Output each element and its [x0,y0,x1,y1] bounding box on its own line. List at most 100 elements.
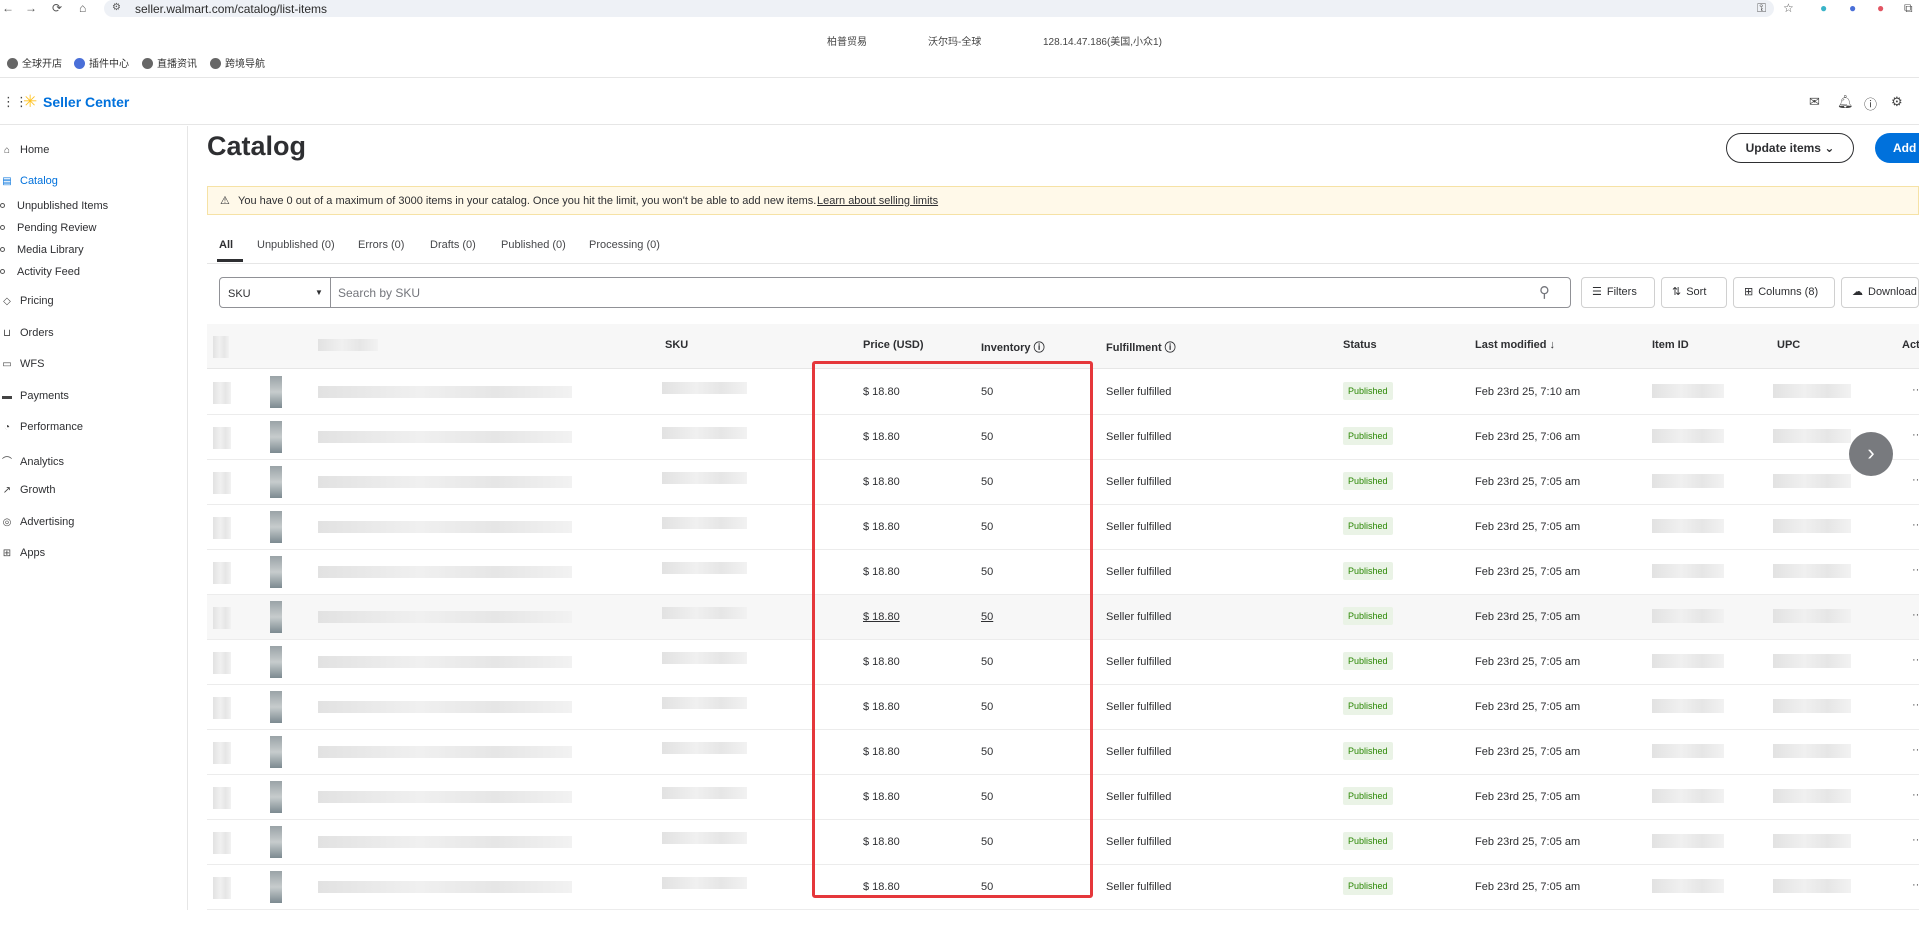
tab-published[interactable]: Published (0) [501,239,566,251]
filters-button[interactable]: ☰ Filters [1581,277,1655,308]
selling-limits-link[interactable]: Learn about selling limits [817,195,938,207]
product-name-redacted[interactable] [318,431,572,443]
bookmark-item[interactable]: 全球开店 [7,55,62,70]
table-row[interactable]: $ 18.80 50 Seller fulfilled Published Feb 23… [207,415,1919,460]
password-icon[interactable]: ⚿ [1757,1,1766,16]
search-field-select[interactable]: SKU ▼ [219,277,331,308]
table-row[interactable]: $ 18.80 50 Seller fulfilled Published Feb 23… [207,640,1919,685]
table-row[interactable]: $ 18.80 50 Seller fulfilled Published Feb 23… [207,865,1919,910]
forward-icon[interactable]: → [25,1,37,15]
sidebar-item-wfs[interactable]: ▭ WFS [0,358,44,370]
row-checkbox[interactable] [213,382,231,404]
row-actions-icon[interactable]: ··· [1912,609,1919,621]
column-header-status[interactable]: Status [1343,339,1377,351]
sidebar-item-pricing[interactable]: ◇ Pricing [0,295,53,307]
inventory-cell[interactable]: 50 [981,701,993,713]
column-header-upc[interactable]: UPC [1777,339,1800,351]
product-name-redacted[interactable] [318,746,572,758]
row-checkbox[interactable] [213,832,231,854]
table-row[interactable]: $ 18.80 50 Seller fulfilled Published Feb 23… [207,775,1919,820]
bell-icon[interactable]: 🔔︎ [1837,94,1854,110]
info-icon[interactable]: ⓘ [1165,342,1176,354]
row-actions-icon[interactable]: ··· [1912,654,1919,666]
home-browser-icon[interactable]: ⌂ [79,1,86,15]
inventory-cell[interactable]: 50 [981,656,993,668]
price-cell[interactable]: $ 18.80 [863,656,900,668]
settings-icon[interactable]: ⚙ [1891,94,1903,110]
column-header-sku[interactable]: SKU [665,339,688,351]
row-checkbox[interactable] [213,517,231,539]
row-actions-icon[interactable]: ··· [1912,834,1919,846]
row-actions-icon[interactable]: ··· [1912,429,1919,441]
row-actions-icon[interactable]: ··· [1912,879,1919,891]
row-actions-icon[interactable]: ··· [1912,474,1919,486]
inventory-cell[interactable]: 50 [981,386,993,398]
site-info-icon[interactable]: ⚙ [112,2,121,13]
tab-drafts[interactable]: Drafts (0) [430,239,476,251]
product-name-redacted[interactable] [318,521,572,533]
extension-icon[interactable]: ● [1877,1,1884,15]
column-header-fulfillment[interactable]: Fulfillment ⓘ [1106,339,1176,355]
row-checkbox[interactable] [213,742,231,764]
tab-processing[interactable]: Processing (0) [589,239,660,251]
row-checkbox[interactable] [213,472,231,494]
tab-all[interactable]: All [219,239,233,251]
info-icon[interactable]: ⓘ [1034,342,1045,354]
price-cell[interactable]: $ 18.80 [863,521,900,533]
inventory-cell[interactable]: 50 [981,791,993,803]
table-row[interactable]: $ 18.80 50 Seller fulfilled Published Feb 23… [207,730,1919,775]
row-checkbox[interactable] [213,877,231,899]
price-cell[interactable]: $ 18.80 [863,611,900,623]
row-checkbox[interactable] [213,787,231,809]
address-bar[interactable]: ⚙ [104,0,1774,17]
price-cell[interactable]: $ 18.80 [863,386,900,398]
price-cell[interactable]: $ 18.80 [863,566,900,578]
column-header-last-modified[interactable]: Last modified ↓ [1475,339,1555,351]
extension-icon[interactable]: ● [1849,1,1856,15]
bookmark-item[interactable]: 直播资讯 [142,55,197,70]
column-header-price[interactable]: Price (USD) [863,339,924,351]
bookmark-item[interactable]: 插件中心 [74,55,129,70]
product-name-redacted[interactable] [318,701,572,713]
product-name-redacted[interactable] [318,386,572,398]
scroll-right-button[interactable]: › [1849,432,1893,476]
bookmark-item[interactable]: 跨境导航 [210,55,265,70]
sidebar-item-growth[interactable]: ↗ Growth [0,484,56,496]
sidebar-item-advertising[interactable]: ◎ Advertising [0,516,75,528]
inventory-cell[interactable]: 50 [981,476,993,488]
inventory-cell[interactable]: 50 [981,836,993,848]
price-cell[interactable]: $ 18.80 [863,476,900,488]
table-row[interactable]: $ 18.80 50 Seller fulfilled Published Feb 23… [207,550,1919,595]
row-checkbox[interactable] [213,652,231,674]
extension-icon[interactable]: ● [1820,1,1827,15]
help-icon[interactable]: ⓘ [1864,94,1877,113]
product-name-redacted[interactable] [318,476,572,488]
table-row[interactable]: $ 18.80 50 Seller fulfilled Published Feb 23… [207,820,1919,865]
download-button[interactable]: ☁ Download [1841,277,1919,308]
inventory-cell[interactable]: 50 [981,431,993,443]
sidebar-item-unpublished[interactable]: Unpublished Items [0,200,108,212]
sidebar-item-analytics[interactable]: ⌒ Analytics [0,453,64,468]
sidebar-item-payments[interactable]: ▬ Payments [0,390,69,402]
sidebar-item-activity-feed[interactable]: Activity Feed [0,266,80,278]
product-name-redacted[interactable] [318,566,572,578]
columns-button[interactable]: ⊞ Columns (8) [1733,277,1835,308]
bookmark-star-icon[interactable]: ☆ [1783,1,1794,15]
price-cell[interactable]: $ 18.80 [863,431,900,443]
inventory-cell[interactable]: 50 [981,521,993,533]
row-checkbox[interactable] [213,427,231,449]
row-actions-icon[interactable]: ··· [1912,789,1919,801]
row-checkbox[interactable] [213,562,231,584]
product-name-redacted[interactable] [318,611,572,623]
product-name-redacted[interactable] [318,881,572,893]
row-checkbox[interactable] [213,697,231,719]
sidebar-item-apps[interactable]: ⊞ Apps [0,547,45,559]
price-cell[interactable]: $ 18.80 [863,791,900,803]
price-cell[interactable]: $ 18.80 [863,881,900,893]
inventory-cell[interactable]: 50 [981,566,993,578]
row-checkbox[interactable] [213,607,231,629]
price-cell[interactable]: $ 18.80 [863,836,900,848]
row-actions-icon[interactable]: ··· [1912,564,1919,576]
row-actions-icon[interactable]: ··· [1912,519,1919,531]
table-row[interactable]: $ 18.80 50 Seller fulfilled Published Feb 23… [207,505,1919,550]
